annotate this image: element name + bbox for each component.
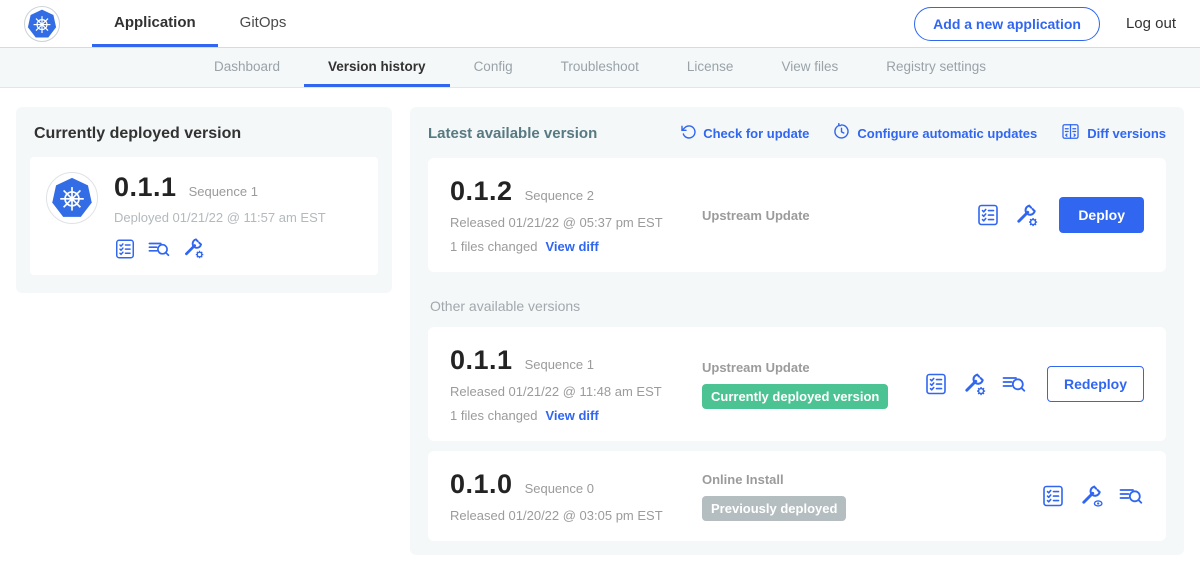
version-number: 0.1.1 [450, 345, 513, 376]
redeploy-button[interactable]: Redeploy [1047, 366, 1144, 402]
released-timestamp: Released 01/21/22 @ 11:48 am EST [450, 384, 702, 399]
diff-versions-link[interactable]: Diff versions [1061, 122, 1166, 144]
version-source: Upstream Update [702, 208, 976, 223]
deploy-logs-icon[interactable] [1118, 484, 1144, 508]
app-kubernetes-logo-icon [46, 172, 98, 224]
latest-available-title: Latest available version [428, 125, 597, 142]
deployed-version-info: 0.1.1 Sequence 1 Deployed 01/21/22 @ 11:… [114, 172, 326, 260]
edit-config-icon[interactable] [182, 237, 205, 260]
deployed-timestamp: Deployed 01/21/22 @ 11:57 am EST [114, 210, 326, 225]
currently-deployed-panel: Currently deployed version 0.1.1 Sequenc… [16, 107, 392, 293]
preflight-checks-icon[interactable] [1041, 484, 1065, 508]
subtab-view-files[interactable]: View files [757, 48, 862, 87]
released-timestamp: Released 01/20/22 @ 03:05 pm EST [450, 508, 702, 523]
view-diff-link[interactable]: View diff [545, 239, 598, 254]
subtab-version-history[interactable]: Version history [304, 48, 450, 87]
sequence-label: Sequence 2 [525, 188, 594, 203]
app-sub-nav: Dashboard Version history Config Trouble… [0, 48, 1200, 88]
version-source: Upstream Update Currently deployed versi… [702, 360, 924, 409]
version-number: 0.1.0 [450, 469, 513, 500]
version-card-0-1-0: 0.1.0 Sequence 0 Released 01/20/22 @ 03:… [428, 451, 1166, 541]
tab-application[interactable]: Application [92, 0, 218, 47]
sequence-label: Sequence 1 [525, 357, 594, 372]
version-info: 0.1.2 Sequence 2 Released 01/21/22 @ 05:… [450, 176, 702, 254]
top-nav: Application GitOps Add a new application… [0, 0, 1200, 48]
preflight-checks-icon[interactable] [976, 203, 1000, 227]
available-versions-panel: Latest available version Check for updat… [410, 107, 1184, 555]
files-changed-label: 1 files changed [450, 239, 537, 254]
subtab-registry-settings[interactable]: Registry settings [862, 48, 1010, 87]
deployed-sequence: Sequence 1 [189, 184, 258, 199]
subtab-troubleshoot[interactable]: Troubleshoot [537, 48, 663, 87]
view-diff-link[interactable]: View diff [545, 408, 598, 423]
version-card-0-1-1: 0.1.1 Sequence 1 Released 01/21/22 @ 11:… [428, 327, 1166, 441]
version-info: 0.1.1 Sequence 1 Released 01/21/22 @ 11:… [450, 345, 702, 423]
auto-update-clock-icon [833, 123, 850, 143]
check-for-update-link[interactable]: Check for update [680, 124, 809, 143]
tab-gitops[interactable]: GitOps [218, 0, 309, 47]
subtab-config[interactable]: Config [450, 48, 537, 87]
topnav-spacer [308, 0, 914, 47]
deploy-logs-icon[interactable] [1001, 372, 1027, 396]
logout-button[interactable]: Log out [1126, 15, 1176, 32]
add-application-button[interactable]: Add a new application [914, 7, 1100, 41]
preflight-checks-icon[interactable] [924, 372, 948, 396]
refresh-icon [680, 124, 696, 143]
edit-config-icon[interactable] [962, 372, 987, 397]
previously-deployed-badge: Previously deployed [702, 496, 846, 521]
diff-icon [1061, 122, 1080, 144]
subtab-license[interactable]: License [663, 48, 758, 87]
configure-automatic-updates-link[interactable]: Configure automatic updates [833, 123, 1037, 143]
kubernetes-logo-icon [24, 6, 60, 42]
currently-deployed-badge: Currently deployed version [702, 384, 888, 409]
deployed-version-card: 0.1.1 Sequence 1 Deployed 01/21/22 @ 11:… [30, 157, 378, 275]
other-available-title: Other available versions [430, 298, 1164, 314]
version-history-page: Currently deployed version 0.1.1 Sequenc… [0, 88, 1200, 564]
version-number: 0.1.2 [450, 176, 513, 207]
deploy-logs-icon[interactable] [147, 238, 171, 260]
subtab-dashboard[interactable]: Dashboard [190, 48, 304, 87]
released-timestamp: Released 01/21/22 @ 05:37 pm EST [450, 215, 702, 230]
preflight-checks-icon[interactable] [114, 238, 136, 260]
sequence-label: Sequence 0 [525, 481, 594, 496]
deployed-version-number: 0.1.1 [114, 172, 177, 203]
tab-gitops-label: GitOps [240, 14, 287, 31]
version-card-0-1-2: 0.1.2 Sequence 2 Released 01/21/22 @ 05:… [428, 158, 1166, 272]
tab-application-label: Application [114, 14, 196, 31]
version-source: Online Install Previously deployed [702, 472, 1041, 521]
view-config-icon[interactable] [1079, 484, 1104, 509]
edit-config-icon[interactable] [1014, 203, 1039, 228]
currently-deployed-title: Currently deployed version [34, 125, 374, 143]
deploy-button[interactable]: Deploy [1059, 197, 1144, 233]
files-changed-label: 1 files changed [450, 408, 537, 423]
version-info: 0.1.0 Sequence 0 Released 01/20/22 @ 03:… [450, 469, 702, 523]
